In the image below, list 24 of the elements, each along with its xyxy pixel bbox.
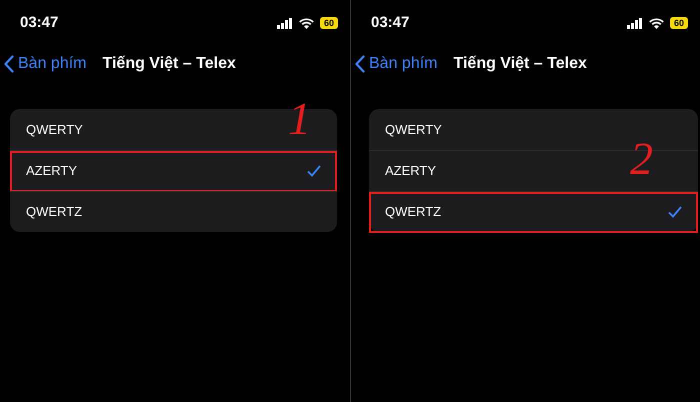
layout-option[interactable]: AZERTY (10, 150, 337, 192)
back-chevron-icon (355, 55, 365, 73)
page-title: Tiếng Việt – Telex (102, 54, 236, 74)
step-number: 1 (288, 96, 311, 142)
back-chevron-icon (4, 55, 14, 73)
battery-level: 60 (670, 17, 688, 29)
layout-option[interactable]: AZERTY (385, 161, 436, 181)
signal-icon (276, 18, 293, 28)
layout-option[interactable]: QWERTY (385, 120, 442, 140)
wifi-icon (298, 18, 314, 28)
battery-level: 60 (320, 17, 338, 29)
step-number: 2 (630, 136, 653, 182)
layout-option[interactable]: QWERTY (26, 120, 83, 140)
layout-option[interactable]: QWERTZ (369, 192, 698, 232)
layout-option[interactable]: QWERTZ (26, 202, 82, 222)
signal-icon (626, 18, 643, 28)
page-title: Tiếng Việt – Telex (453, 54, 587, 74)
checkmark-icon (668, 206, 682, 218)
checkmark-icon (307, 165, 321, 177)
wifi-icon (648, 18, 664, 28)
back-button[interactable]: Bàn phím (355, 52, 438, 76)
status-time: 03:47 (20, 12, 58, 33)
back-button[interactable]: Bàn phím (4, 52, 86, 76)
status-time: 03:47 (371, 12, 410, 33)
